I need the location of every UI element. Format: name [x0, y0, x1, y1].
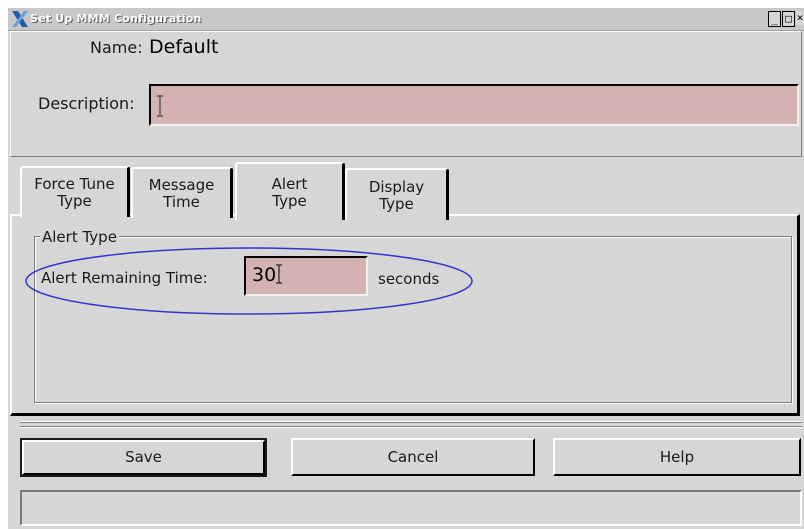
alert-type-group: [34, 236, 792, 403]
tab-message-time[interactable]: Message Time: [131, 167, 233, 218]
seconds-unit-label: seconds: [378, 270, 440, 288]
tab-label-line1: Force Tune: [34, 175, 115, 193]
x-logo-icon: [12, 11, 28, 27]
ibeam-cursor-icon: [276, 264, 283, 284]
name-label: Name:: [90, 38, 143, 57]
tab-label-line2: Time: [163, 193, 200, 211]
tab-label-line1: Alert: [271, 175, 308, 193]
name-value: Default: [149, 36, 219, 58]
tab-alert-type[interactable]: Alert Type: [235, 162, 345, 220]
minimize-button[interactable]: _: [768, 11, 781, 27]
save-button[interactable]: Save: [22, 440, 265, 475]
config-window: Set Up MMM Configuration _ □ × Name: Def…: [8, 8, 804, 529]
alert-remaining-time-field[interactable]: 30: [244, 256, 368, 296]
tab-display-type[interactable]: Display Type: [345, 168, 449, 220]
ibeam-cursor-icon: [157, 95, 163, 117]
tab-label-line1: Message: [148, 176, 215, 194]
tab-label-line2: Type: [57, 192, 92, 210]
title-bar[interactable]: Set Up MMM Configuration _ □ ×: [8, 8, 804, 31]
tab-label-line1: Display: [368, 178, 425, 196]
description-field[interactable]: [149, 84, 799, 126]
maximize-button[interactable]: □: [782, 11, 795, 27]
alert-type-group-title: Alert Type: [40, 228, 119, 246]
tab-label-line2: Type: [379, 195, 414, 213]
alert-remaining-time-value: 30: [252, 264, 277, 286]
close-button[interactable]: ×: [796, 11, 804, 25]
separator: [20, 421, 802, 423]
separator: [20, 426, 802, 428]
window-controls: _ □ ×: [767, 11, 804, 27]
status-bar: [20, 490, 802, 526]
window-title: Set Up MMM Configuration: [30, 12, 202, 25]
description-label: Description:: [38, 94, 135, 113]
tab-label-line2: Type: [272, 192, 307, 210]
help-button[interactable]: Help: [553, 438, 801, 476]
tab-force-tune-type[interactable]: Force Tune Type: [20, 166, 130, 217]
cancel-button[interactable]: Cancel: [291, 438, 535, 476]
alert-remaining-time-label: Alert Remaining Time:: [41, 269, 208, 287]
